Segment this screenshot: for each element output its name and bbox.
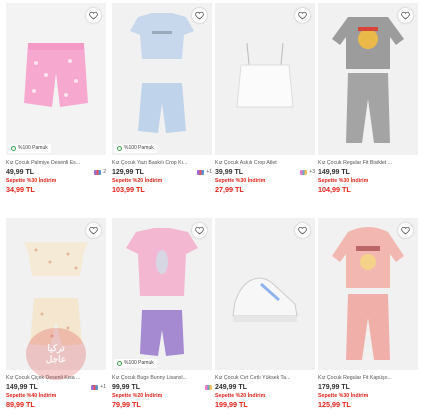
sale-price: 27,99 TL	[215, 185, 244, 194]
product-price: 179,99 TL	[318, 383, 350, 391]
product-price: 39,99 TL	[215, 168, 244, 176]
color-swatch-icon	[205, 384, 212, 390]
product-price: 49,99 TL	[6, 168, 35, 176]
watermark-logo: تركيا عاجل	[26, 328, 86, 380]
product-price: 149,99 TL	[6, 383, 38, 391]
product-price: 149,99 TL	[318, 168, 350, 176]
favorite-button[interactable]	[192, 8, 207, 23]
product-image[interactable]: %100 Pamuk	[112, 218, 212, 370]
product-image[interactable]	[215, 3, 315, 155]
heart-icon	[401, 226, 410, 235]
sale-price: 125,99 TL	[318, 400, 351, 409]
favorite-button[interactable]	[86, 223, 101, 238]
white-crop-top-image	[236, 42, 294, 108]
favorite-button[interactable]	[295, 223, 310, 238]
cart-discount-label: Sepette %30 İndirim	[318, 178, 369, 184]
heart-icon	[89, 226, 98, 235]
leaf-icon	[11, 146, 16, 151]
color-options[interactable]: +1	[197, 169, 212, 175]
color-options[interactable]: +3	[300, 169, 315, 175]
product-name[interactable]: Kız Çocuk Palmiye Desenli Es...	[6, 159, 106, 167]
pink-shorts-image	[24, 43, 88, 107]
grey-tracksuit-image	[332, 17, 404, 143]
cart-discount-label: Sepette %30 İndirim	[318, 393, 369, 399]
sale-price: 103,99 TL	[112, 185, 145, 194]
sale-price: 89,99 TL	[6, 400, 35, 409]
product-name[interactable]: Kız Çocuk Yazı Baskılı Crop Kı...	[112, 159, 212, 167]
heart-icon	[195, 11, 204, 20]
cotton-badge: %100 Pamuk	[114, 144, 157, 153]
sale-price: 199,99 TL	[215, 400, 248, 409]
favorite-button[interactable]	[398, 223, 413, 238]
badge-label: %100 Pamuk	[124, 360, 154, 366]
heart-icon	[401, 11, 410, 20]
blue-top-shorts-image	[130, 13, 194, 133]
cart-discount-label: Sepette %40 İndirim	[6, 393, 57, 399]
product-price: 129,99 TL	[112, 168, 144, 176]
product-grid: %100 Pamuk Kız Çocuk Palmiye Desenli Es.…	[0, 0, 421, 415]
cart-discount-label: Sepette %30 İndirim	[215, 178, 266, 184]
product-name[interactable]: Kız Çocuk Regular Fit Bisiklet ...	[318, 159, 418, 167]
color-options[interactable]	[205, 384, 212, 390]
cart-discount-label: Sepette %30 İndirim	[6, 178, 57, 184]
bugs-bunny-set-image	[126, 228, 198, 356]
color-options[interactable]: +1	[91, 384, 106, 390]
product-name[interactable]: Kız Çocuk Bugs Bunny Lisansl...	[112, 374, 212, 382]
favorite-button[interactable]	[86, 8, 101, 23]
product-image[interactable]	[318, 3, 418, 155]
product-name[interactable]: Kız Çocuk Regular Fit Kapüşo...	[318, 374, 418, 382]
badge-label: %100 Pamuk	[18, 145, 48, 151]
favorite-button[interactable]	[192, 223, 207, 238]
favorite-button[interactable]	[295, 8, 310, 23]
heart-icon	[298, 226, 307, 235]
leaf-icon	[117, 361, 122, 366]
color-swatch-icon	[94, 169, 102, 175]
heart-icon	[298, 11, 307, 20]
sneaker-image	[232, 277, 298, 322]
sale-price: 104,99 TL	[318, 185, 351, 194]
color-options[interactable]: 2	[94, 169, 106, 175]
product-name[interactable]: Kız Çocuk Askılı Crop Atlet	[215, 159, 315, 167]
leaf-icon	[117, 146, 122, 151]
color-swatch-icon	[197, 169, 205, 175]
badge-label: %100 Pamuk	[124, 145, 154, 151]
product-image[interactable]	[318, 218, 418, 370]
heart-icon	[89, 11, 98, 20]
sale-price: 79,99 TL	[112, 400, 141, 409]
cotton-badge: %100 Pamuk	[114, 359, 157, 368]
favorite-button[interactable]	[398, 8, 413, 23]
product-image[interactable]: %100 Pamuk	[112, 3, 212, 155]
heart-icon	[195, 226, 204, 235]
cotton-badge: %100 Pamuk	[8, 144, 51, 153]
color-swatch-icon	[300, 169, 308, 175]
product-price: 249,99 TL	[215, 383, 247, 391]
product-price: 99,99 TL	[112, 383, 141, 391]
sale-price: 34,99 TL	[6, 185, 35, 194]
product-image[interactable]: %100 Pamuk	[6, 3, 106, 155]
product-image[interactable]	[215, 218, 315, 370]
pink-hoodie-set-image	[332, 227, 404, 360]
product-name[interactable]: Kız Çocuk Cırt Cırtlı Yüksek Ta...	[215, 374, 315, 382]
cart-discount-label: Sepette %20 İndirim	[112, 393, 163, 399]
cart-discount-label: Sepette %20 İndirim	[112, 178, 163, 184]
color-swatch-icon	[91, 384, 99, 390]
cart-discount-label: Sepette %20 İndirim	[215, 393, 266, 399]
